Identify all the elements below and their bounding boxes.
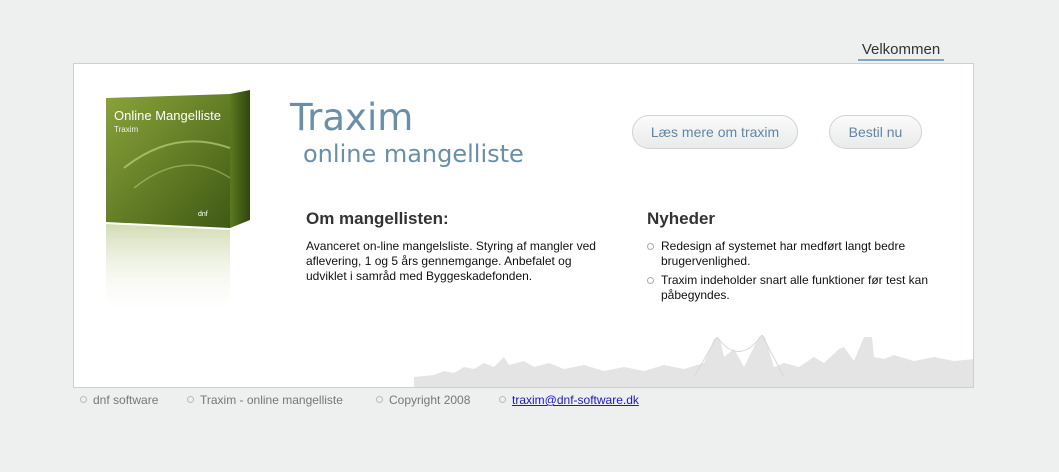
footer-item: traxim@dnf-software.dk [499,393,639,407]
list-item: Traxim indeholder snart alle funktioner … [647,273,947,303]
email-link[interactable]: traxim@dnf-software.dk [512,393,639,407]
news-heading: Nyheder [647,209,716,228]
page-subtitle: online mangelliste [303,140,524,168]
welcome-tab[interactable]: Velkommen [858,41,944,61]
bullet-icon [499,396,506,403]
bullet-icon [647,243,654,250]
about-text: Avanceret on-line mangelsliste. Styring … [306,239,596,283]
city-skyline-image [414,334,973,387]
box-subtitle: Traxim [114,125,138,134]
footer-item: Copyright 2008 [376,393,470,407]
bullet-icon [376,396,383,403]
list-item: Redesign af systemet har medført langt b… [647,239,947,269]
bullet-icon [80,396,87,403]
news-item-text: Redesign af systemet har medført langt b… [661,239,906,268]
box-title: Online Mangelliste [114,108,221,123]
footer-text: Copyright 2008 [389,393,471,407]
product-box-image: Online Mangelliste Traxim dnf [106,90,250,318]
news-item-text: Traxim indeholder snart alle funktioner … [661,273,929,302]
bullet-icon [647,277,654,284]
footer-text: Traxim - online mangelliste [200,393,343,407]
about-heading: Om mangellisten: [306,209,449,228]
page-title: Traxim [290,96,414,139]
box-brand: dnf [198,211,208,218]
news-list: Redesign af systemet har medført langt b… [647,239,947,307]
main-panel: Online Mangelliste Traxim dnf Traxim onl… [73,63,974,388]
footer-text: dnf software [93,393,159,407]
footer-item: Traxim - online mangelliste [187,393,343,407]
bullet-icon [187,396,194,403]
footer-item: dnf software [80,393,158,407]
order-now-button[interactable]: Bestil nu [829,115,922,149]
read-more-button[interactable]: Læs mere om traxim [632,115,798,149]
